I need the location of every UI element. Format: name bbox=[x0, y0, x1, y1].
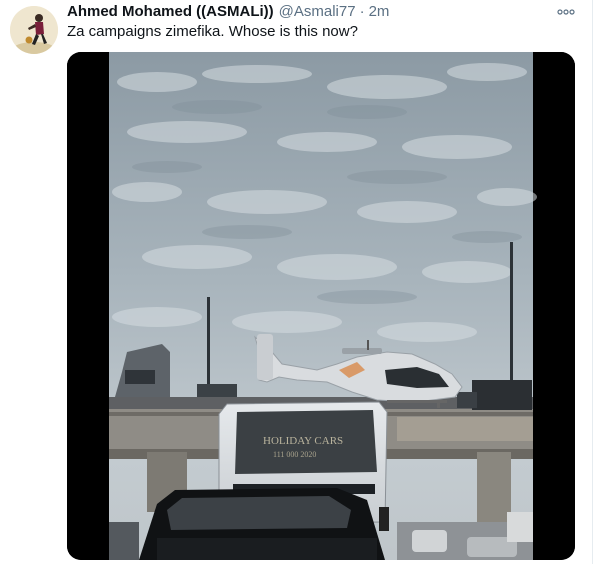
profile-photo-icon bbox=[10, 6, 58, 54]
bus-sign-number: 111 000 2020 bbox=[273, 450, 316, 459]
tweet-text: Za campaigns zimefika. Whose is this now… bbox=[67, 23, 358, 40]
tweet-header: Ahmed Mohamed ((ASMALi)) @Asmali77 · 2m bbox=[67, 3, 389, 23]
video-frame: HOLIDAY CARS 111 000 2020 bbox=[67, 52, 575, 560]
more-options-icon bbox=[557, 9, 575, 15]
author-handle[interactable]: @Asmali77 bbox=[279, 3, 356, 20]
tweet[interactable]: Ahmed Mohamed ((ASMALi)) @Asmali77 · 2m … bbox=[0, 0, 599, 564]
foreground-car bbox=[139, 488, 385, 560]
bus-sign-text: HOLIDAY CARS bbox=[263, 435, 343, 447]
tweet-video[interactable]: HOLIDAY CARS 111 000 2020 bbox=[67, 52, 575, 560]
author-name[interactable]: Ahmed Mohamed ((ASMALi)) bbox=[67, 3, 274, 20]
author-avatar[interactable] bbox=[10, 6, 58, 54]
more-options-button[interactable] bbox=[553, 2, 579, 22]
tweet-timestamp[interactable]: 2m bbox=[369, 3, 390, 20]
separator-dot: · bbox=[359, 3, 365, 20]
timeline-border bbox=[592, 0, 593, 564]
